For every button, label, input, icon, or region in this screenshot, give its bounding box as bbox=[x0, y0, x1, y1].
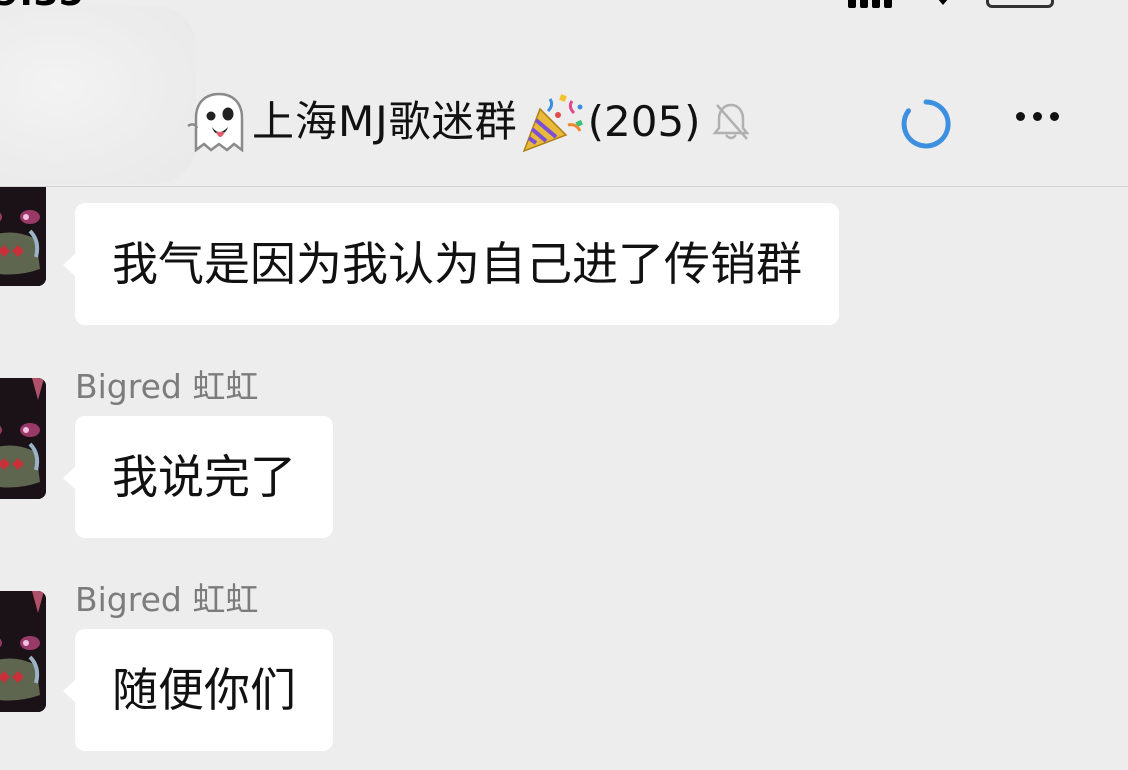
avatar-image bbox=[0, 378, 46, 499]
party-popper-emoji-icon bbox=[522, 94, 583, 153]
more-dots-icon[interactable] bbox=[1016, 112, 1059, 121]
sender-name: Bigred 虹虹 bbox=[75, 367, 259, 406]
bubble-tail bbox=[63, 253, 76, 277]
avatar[interactable] bbox=[0, 378, 46, 499]
avatar[interactable] bbox=[0, 591, 46, 712]
chat-title[interactable]: 上海MJ歌迷群 (205) bbox=[186, 92, 751, 153]
bubble-tail bbox=[63, 466, 76, 490]
group-name: 上海MJ歌迷群 bbox=[252, 97, 518, 146]
wifi-icon bbox=[938, 0, 948, 5]
avatar[interactable] bbox=[0, 187, 46, 286]
bubble-tail bbox=[63, 679, 76, 703]
avatar-image bbox=[0, 591, 46, 712]
chat-header: 上海MJ歌迷群 (205) bbox=[0, 70, 1128, 187]
message-text: 随便你们 bbox=[112, 663, 296, 717]
sender-name: Bigred 虹虹 bbox=[75, 580, 259, 619]
cellular-signal-icon bbox=[848, 0, 892, 8]
message-text: 我气是因为我认为自己进了传销群 bbox=[112, 237, 802, 291]
ghost-emoji-icon bbox=[187, 92, 244, 152]
avatar-image bbox=[0, 187, 46, 286]
message-bubble[interactable]: 随便你们 bbox=[63, 629, 333, 751]
loading-spinner-icon bbox=[901, 99, 951, 149]
message-text: 我说完了 bbox=[112, 450, 296, 504]
battery-icon bbox=[986, 0, 1054, 8]
bell-slash-icon bbox=[711, 103, 750, 140]
member-count: (205) bbox=[587, 97, 701, 146]
message-bubble[interactable]: 我气是因为我认为自己进了传销群 bbox=[63, 203, 839, 325]
message-bubble[interactable]: 我说完了 bbox=[63, 416, 333, 538]
